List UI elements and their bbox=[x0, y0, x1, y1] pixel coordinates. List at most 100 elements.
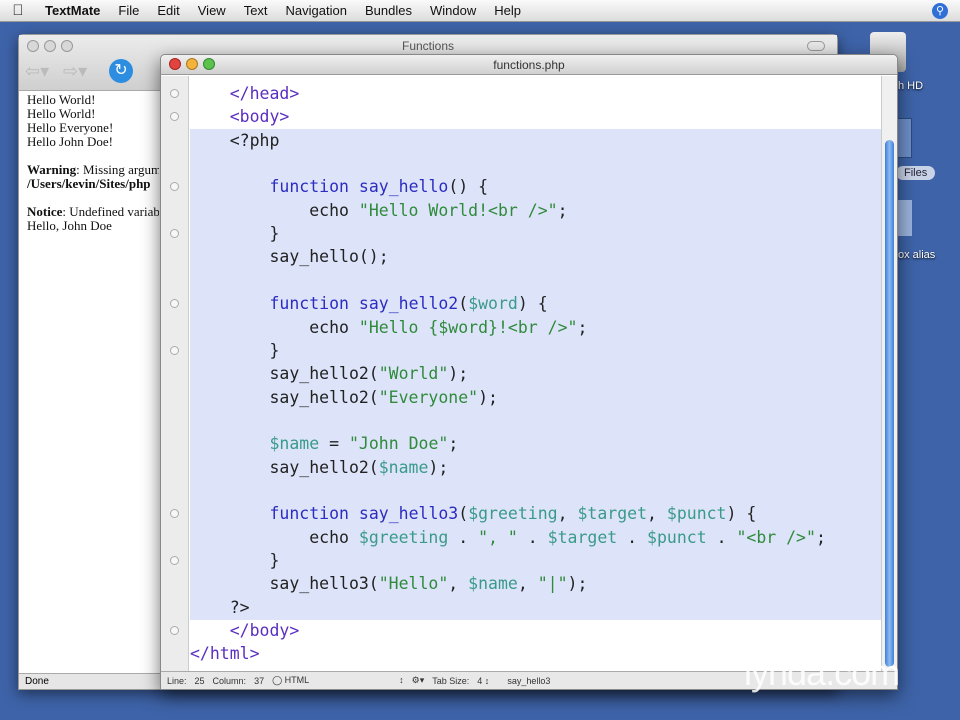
fold-marker-icon[interactable] bbox=[170, 345, 179, 355]
code-token-txt: say_hello2( bbox=[190, 387, 379, 407]
fold-marker-icon[interactable] bbox=[170, 509, 179, 519]
output-line: Hello, John Doe bbox=[27, 219, 112, 233]
code-token-var: $name bbox=[468, 574, 518, 594]
menu-file[interactable]: File bbox=[109, 3, 148, 18]
code-token-kw: function bbox=[269, 294, 349, 314]
forward-icon[interactable]: ⇨▾ bbox=[63, 61, 87, 82]
warning-text: : Missing argument bbox=[76, 163, 159, 177]
code-line[interactable]: function say_hello() { bbox=[190, 175, 488, 198]
fold-marker-icon[interactable] bbox=[170, 89, 179, 98]
code-token-tag: </body> bbox=[229, 621, 300, 641]
editor-titlebar: functions.php bbox=[161, 55, 897, 75]
code-token-txt: , bbox=[517, 574, 538, 594]
code-token-txt: ( bbox=[458, 504, 469, 524]
warning-path-text: /Users/kevin/Sites/php bbox=[27, 177, 151, 191]
code-line[interactable]: </head> bbox=[190, 82, 300, 105]
code-token-str: ", " bbox=[478, 527, 518, 547]
code-token-str: "|" bbox=[537, 574, 568, 594]
code-token-txt: ); bbox=[567, 574, 588, 594]
files-label[interactable]: Files bbox=[896, 166, 936, 180]
code-token-tag: <body> bbox=[229, 107, 290, 127]
code-line[interactable]: say_hello3("Hello", $name, "|"); bbox=[190, 572, 587, 595]
folder-icon[interactable] bbox=[896, 118, 912, 158]
code-line[interactable]: say_hello(); bbox=[190, 245, 388, 268]
menu-bundles[interactable]: Bundles bbox=[356, 3, 421, 18]
code-line[interactable]: } bbox=[190, 222, 279, 245]
code-line[interactable]: <?php bbox=[190, 129, 280, 152]
output-line: Hello World! bbox=[27, 93, 96, 107]
notice-label: Notice bbox=[27, 205, 63, 219]
alias-label[interactable]: ox alias bbox=[898, 249, 935, 261]
menu-window[interactable]: Window bbox=[421, 3, 485, 18]
code-token-txt: ; bbox=[448, 434, 459, 454]
code-token-str: "World" bbox=[378, 364, 449, 384]
code-token-txt: . bbox=[617, 527, 648, 547]
spotlight-icon[interactable]: ⚲ bbox=[932, 3, 948, 19]
code-token-str: "John Doe" bbox=[348, 434, 449, 454]
menu-view[interactable]: View bbox=[189, 3, 235, 18]
gutter[interactable] bbox=[161, 76, 189, 671]
menu-bar:  TextMate File Edit View Text Navigatio… bbox=[0, 0, 960, 22]
code-line[interactable]: say_hello2("Everyone"); bbox=[190, 386, 498, 409]
toolbar-toggle-button[interactable] bbox=[807, 41, 825, 51]
code-line[interactable]: echo "Hello {$word}!<br />"; bbox=[190, 316, 587, 339]
menu-edit[interactable]: Edit bbox=[148, 3, 188, 18]
code-line[interactable]: <body> bbox=[190, 105, 290, 128]
reload-icon[interactable]: ↻ bbox=[109, 59, 133, 83]
vertical-scrollbar[interactable] bbox=[881, 76, 897, 671]
code-line[interactable]: echo $greeting . ", " . $target . $punct… bbox=[190, 526, 826, 549]
code-token-txt: ); bbox=[478, 387, 498, 407]
fold-marker-icon[interactable] bbox=[170, 229, 179, 239]
tab-size-select[interactable]: 4 ↕ bbox=[477, 676, 489, 686]
code-line[interactable]: } bbox=[190, 549, 279, 572]
code-token-fn: say_hello3 bbox=[358, 504, 459, 524]
fold-marker-icon[interactable] bbox=[170, 182, 179, 192]
code-line[interactable]: echo "Hello World!<br />"; bbox=[190, 199, 568, 222]
tab-size-value: 4 bbox=[477, 675, 483, 686]
menu-text[interactable]: Text bbox=[235, 3, 277, 18]
menu-app[interactable]: TextMate bbox=[36, 3, 109, 18]
alias-folder-icon[interactable] bbox=[898, 200, 912, 236]
editor-window: functions.php </head> <body> <?php funct… bbox=[160, 54, 898, 690]
fold-marker-icon[interactable] bbox=[170, 556, 179, 565]
code-token-txt: ; bbox=[557, 200, 568, 220]
menu-navigation[interactable]: Navigation bbox=[277, 3, 356, 18]
apple-menu-icon[interactable]:  bbox=[0, 2, 36, 19]
code-line[interactable]: function say_hello3($greeting, $target, … bbox=[190, 502, 756, 525]
code-token-txt: echo bbox=[190, 527, 359, 547]
notice-text: : Undefined variable bbox=[62, 205, 159, 219]
hard-drive-label[interactable]: h HD bbox=[898, 80, 923, 92]
code-line[interactable]: </body> bbox=[190, 619, 300, 642]
code-token-txt: ( bbox=[458, 294, 469, 314]
notice-line: Notice: Undefined variable bbox=[27, 205, 159, 219]
language-select[interactable]: ◯ HTML ↕ bbox=[272, 675, 404, 686]
back-icon[interactable]: ⇦▾ bbox=[25, 61, 49, 82]
window-title: Functions bbox=[401, 39, 455, 53]
code-line[interactable]: $name = "John Doe"; bbox=[190, 432, 458, 455]
code-line[interactable]: </html> bbox=[190, 642, 260, 665]
code-token-str: "Everyone" bbox=[378, 387, 479, 407]
column-label: Column: bbox=[212, 675, 247, 686]
code-line[interactable]: ?> bbox=[190, 596, 250, 619]
code-line[interactable]: } bbox=[190, 339, 279, 362]
code-token-txt: . bbox=[448, 527, 479, 547]
fold-marker-icon[interactable] bbox=[170, 626, 179, 636]
code-token-txt: echo bbox=[190, 200, 359, 220]
output-line: Hello World! bbox=[27, 107, 96, 121]
code-token-txt: } bbox=[190, 340, 280, 360]
code-line[interactable]: say_hello2($name); bbox=[190, 456, 448, 479]
menu-help[interactable]: Help bbox=[485, 3, 530, 18]
code-token-txt: ); bbox=[428, 457, 449, 477]
scroll-thumb[interactable] bbox=[885, 140, 894, 667]
code-line[interactable]: function say_hello2($word) { bbox=[190, 292, 547, 315]
code-area[interactable]: </head> <body> <?php function say_hello(… bbox=[190, 76, 881, 671]
fold-marker-icon[interactable] bbox=[170, 112, 179, 122]
fold-marker-icon[interactable] bbox=[170, 299, 179, 309]
code-line[interactable]: say_hello2("World"); bbox=[190, 362, 468, 385]
code-token-txt: ; bbox=[577, 317, 588, 337]
symbol-select[interactable]: say_hello3 bbox=[507, 676, 550, 686]
gear-icon[interactable]: ⚙▾ bbox=[412, 675, 425, 686]
code-token-txt: ?> bbox=[190, 597, 250, 617]
